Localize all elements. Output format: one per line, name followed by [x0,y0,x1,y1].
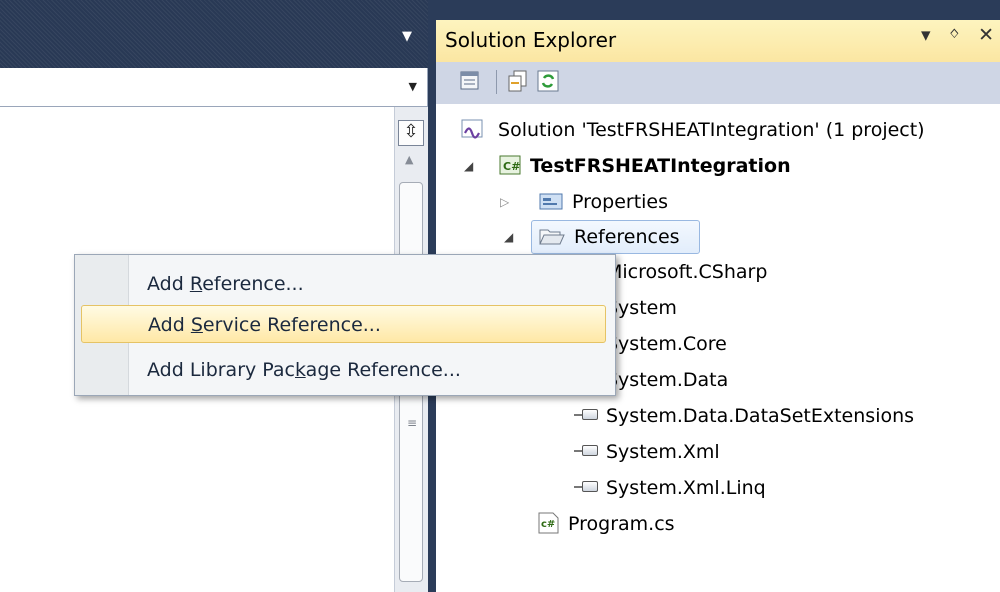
dropdown-icon[interactable]: ▾ [921,24,931,46]
expanded-arrow-icon[interactable]: ◢ [504,221,513,253]
pin-icon[interactable]: ᛜ [949,24,960,46]
solution-explorer-toolbar [436,62,1000,104]
scroll-up-arrow-icon[interactable]: ▲ [405,153,413,166]
access-key: R [189,273,203,295]
menu-item-add-service-reference[interactable]: Add Service Reference... [81,305,606,343]
reference-label: Microsoft.CSharp [606,261,768,283]
show-all-files-icon[interactable] [506,69,530,93]
csharp-project-icon: C# [499,155,521,175]
reference-label: System.Xml [606,441,720,463]
menu-text: Add [148,314,191,336]
reference-icon [572,441,602,461]
solution-icon [461,119,483,139]
window-list-dropdown-icon[interactable]: ▼ [397,30,417,44]
svg-text:C#: C# [503,160,520,173]
menu-text: ervice Reference... [202,314,381,336]
properties-label: Properties [572,191,669,213]
reference-label: System.Xml.Linq [606,477,766,499]
tree-item-reference[interactable]: System.Xml [572,436,720,468]
project-label: TestFRSHEATIntegration [530,155,791,177]
menu-text: eference... [202,273,304,295]
toolbar-separator [496,70,497,94]
properties-folder-icon [539,193,563,210]
program-file-label: Program.cs [568,513,675,535]
menu-text: age Reference... [305,359,461,381]
folder-open-icon [539,229,565,245]
reference-icon [572,405,602,425]
chevron-down-icon[interactable]: ▼ [409,80,417,93]
solution-explorer-header: Solution Explorer ▾ ᛜ ✕ [436,20,1000,62]
collapsed-arrow-icon[interactable]: ▷ [500,186,509,218]
tree-item-reference[interactable]: System.Xml.Linq [572,472,766,504]
tree-item-reference[interactable]: System.Data.DataSetExtensions [572,400,914,432]
editor-tab-strip: ▼ [0,0,430,68]
context-menu: Add Reference... Add Service Reference..… [74,254,616,396]
navigation-combo-box[interactable]: ▼ [0,68,428,107]
grip-icon: ≡ [407,416,418,430]
tree-item-solution[interactable]: Solution 'TestFRSHEATIntegration' (1 pro… [460,114,925,146]
reference-label: System.Data [606,369,729,391]
access-key: S [190,314,203,336]
reference-label: System.Core [606,333,727,355]
menu-text: Add Library Pac [147,359,295,381]
csharp-file-icon: c# [538,512,559,534]
menu-item-add-reference[interactable]: Add Reference... [81,265,304,303]
reference-icon [572,477,602,497]
references-label: References [574,226,680,248]
menu-text: Add [147,273,190,295]
solution-explorer-title: Solution Explorer [445,28,617,52]
close-icon[interactable]: ✕ [978,24,994,46]
access-key: k [295,359,306,381]
menu-item-add-library-package-reference[interactable]: Add Library Package Reference... [81,351,461,389]
solution-label: Solution 'TestFRSHEATIntegration' (1 pro… [498,119,925,141]
refresh-icon[interactable] [536,69,560,93]
svg-text:c#: c# [541,519,555,530]
split-window-icon[interactable]: ⇳ [398,120,424,146]
reference-label: System.Data.DataSetExtensions [606,405,915,427]
reference-label: System [606,297,677,319]
properties-icon[interactable] [458,69,482,93]
expanded-arrow-icon[interactable]: ◢ [464,150,473,182]
tree-item-program-file[interactable]: c# Program.cs [536,508,675,540]
